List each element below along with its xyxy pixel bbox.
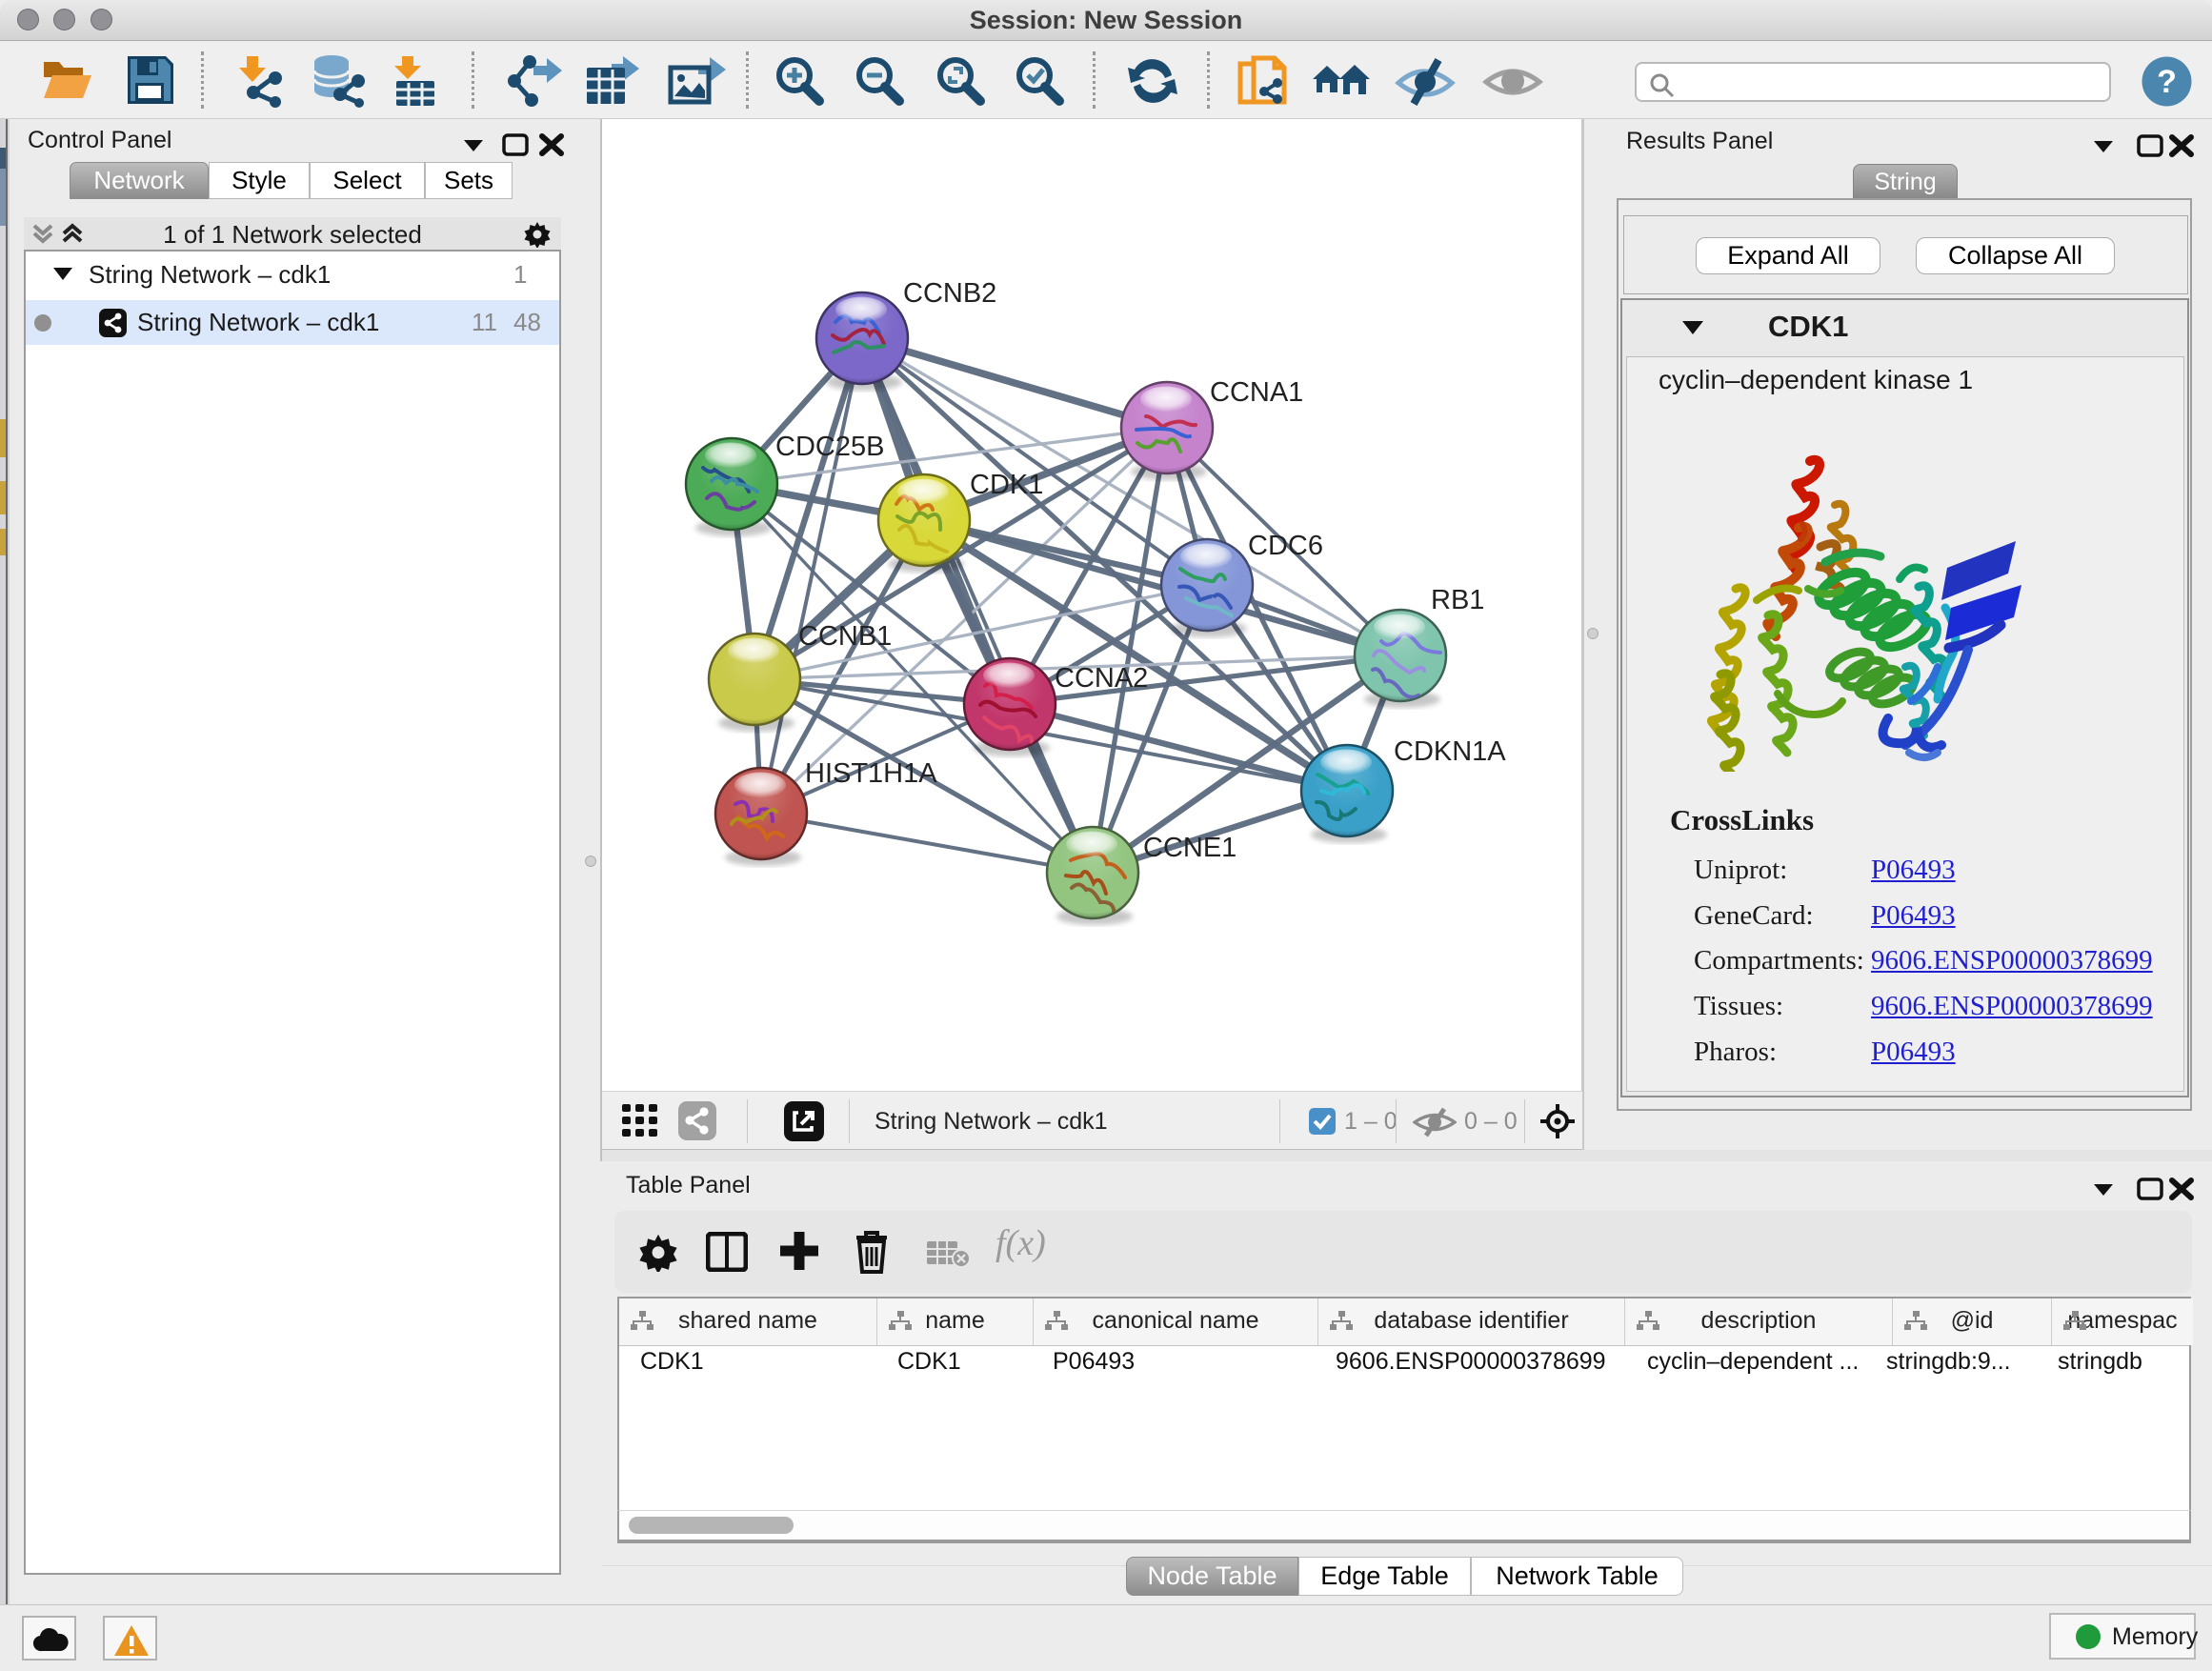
svg-text:CCNA2: CCNA2 (1055, 663, 1148, 694)
svg-text:HIST1H1A: HIST1H1A (805, 758, 937, 789)
svg-text:CDKN1A: CDKN1A (1394, 736, 1506, 767)
svg-text:RB1: RB1 (1431, 585, 1484, 615)
svg-text:CCNA1: CCNA1 (1210, 377, 1303, 408)
svg-text:CDC25B: CDC25B (775, 432, 884, 462)
svg-text:CDC6: CDC6 (1248, 531, 1323, 561)
svg-text:CDK1: CDK1 (970, 470, 1043, 500)
svg-text:CCNB2: CCNB2 (903, 278, 996, 309)
svg-text:?: ? (2157, 64, 2177, 100)
svg-text:CCNE1: CCNE1 (1143, 833, 1237, 863)
svg-text:CCNB1: CCNB1 (798, 621, 892, 652)
